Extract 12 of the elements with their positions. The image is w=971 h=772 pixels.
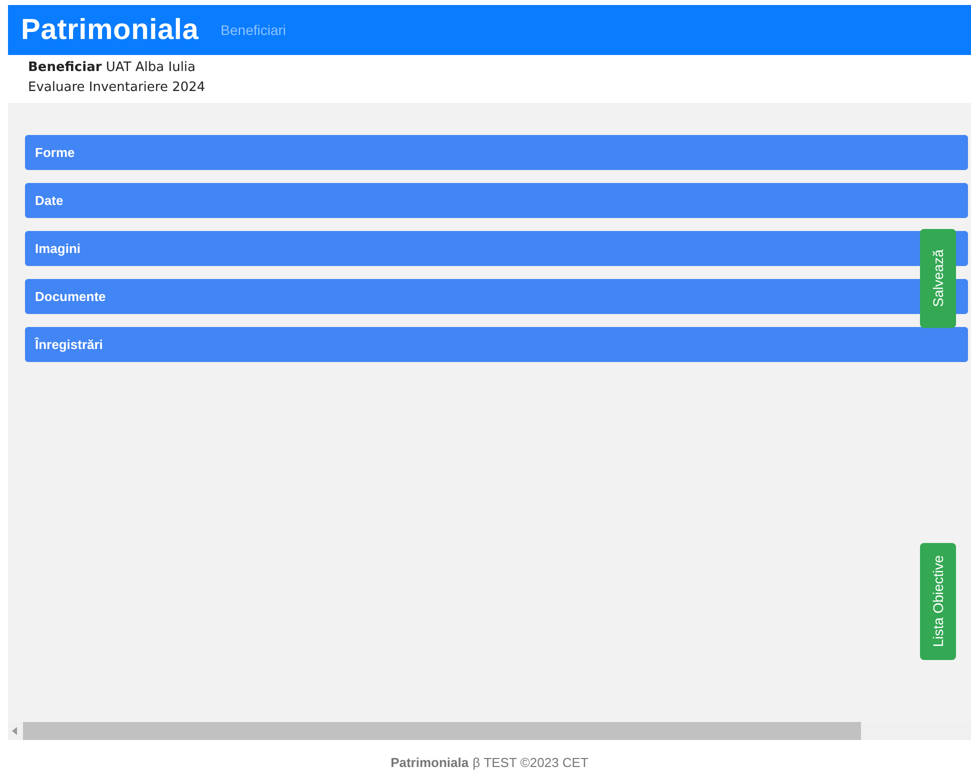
- section-header[interactable]: Forme: [25, 135, 968, 170]
- footer-text: β TEST ©2023 CET: [472, 755, 588, 770]
- section-header[interactable]: Înregistrări: [25, 327, 968, 362]
- brand-logo[interactable]: Patrimoniala: [21, 14, 199, 46]
- subtitle: Evaluare Inventariere 2024: [28, 79, 206, 97]
- scroll-left-icon[interactable]: [12, 727, 17, 735]
- section-header[interactable]: Date: [25, 183, 968, 218]
- save-button[interactable]: Salvează: [920, 229, 956, 328]
- footer-brand: Patrimoniala: [390, 755, 469, 770]
- beneficiary-line: Beneficiar UAT Alba Iulia: [28, 59, 197, 77]
- nav-link[interactable]: Beneficiari: [220, 22, 286, 38]
- list-button[interactable]: Lista Obiective: [920, 543, 956, 660]
